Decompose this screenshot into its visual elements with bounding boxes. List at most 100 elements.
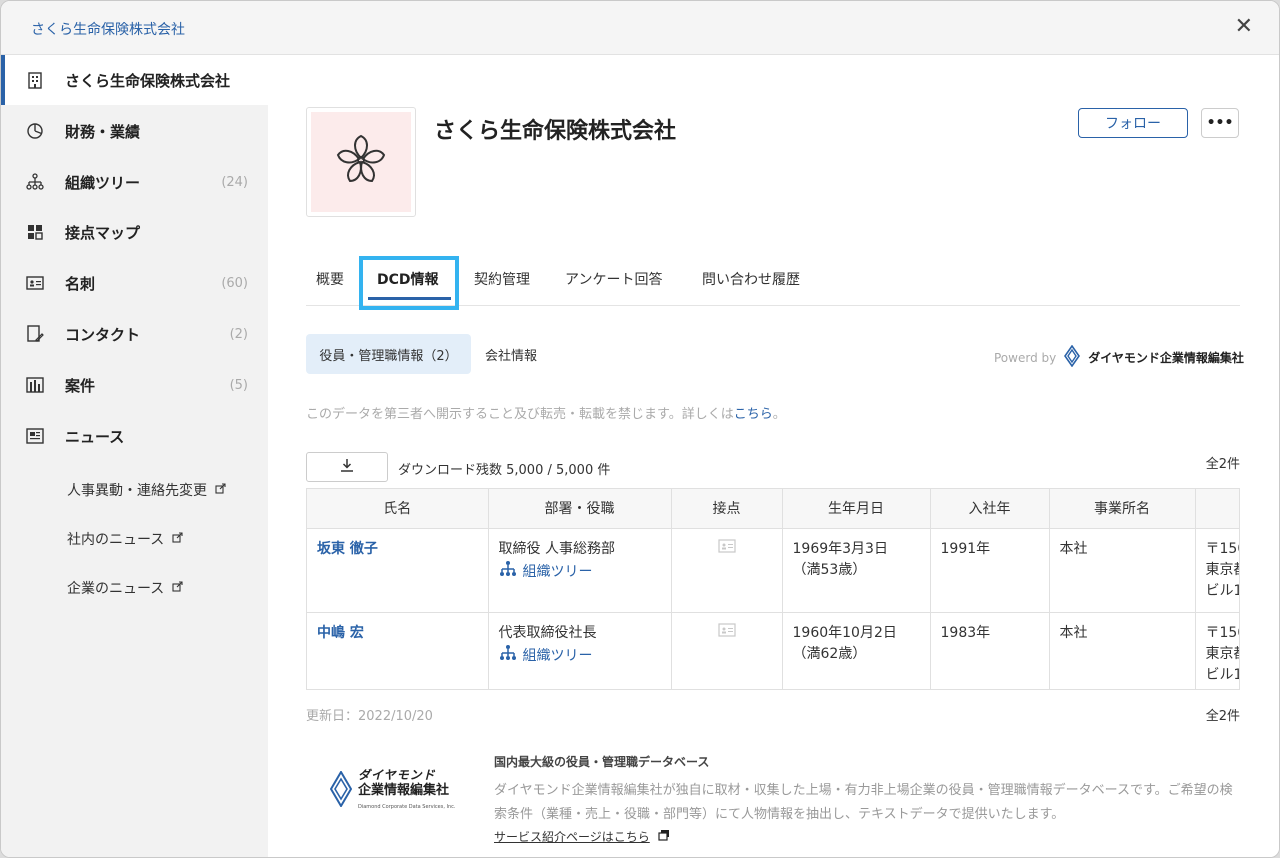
org-tree-link[interactable]: 組織ツリー bbox=[499, 644, 661, 669]
sidebar-item-label: 組織ツリー bbox=[65, 173, 141, 192]
sidebar-item-label: 名刺 bbox=[65, 274, 96, 293]
column-header[interactable]: 事業所名 bbox=[1049, 489, 1196, 529]
office-cell: 本社 bbox=[1049, 528, 1196, 613]
more-options-button[interactable]: ••• bbox=[1201, 108, 1239, 138]
sidebar-news-link-label: 人事異動・連絡先変更 bbox=[67, 483, 207, 499]
sidebar-item-business-cards[interactable]: 名刺 (60) bbox=[1, 258, 268, 308]
sidebar: さくら生命保険株式会社 財務・業績 組織ツリー (24) 接点マップ 名刺 (6… bbox=[1, 55, 268, 857]
column-header[interactable]: 部署・役職 bbox=[488, 489, 672, 529]
sidebar-item-label: ニュース bbox=[65, 427, 125, 446]
sidebar-news-link-label: 企業のニュース bbox=[67, 581, 165, 597]
column-header[interactable]: 生年月日 bbox=[782, 489, 931, 529]
tab-survey-answers[interactable]: アンケート回答 bbox=[565, 269, 662, 289]
contact-cell bbox=[671, 612, 783, 689]
main-content: さくら生命保険株式会社 フォロー ••• 概要 DCD情報 契約管理 アンケート… bbox=[268, 55, 1279, 857]
download-button[interactable] bbox=[306, 452, 388, 482]
diamond-logo-icon bbox=[329, 770, 353, 811]
subtab-company-info[interactable]: 会社情報 bbox=[485, 345, 537, 364]
joined-cell: 1991年 bbox=[930, 528, 1050, 613]
column-header[interactable]: 氏名 bbox=[307, 489, 489, 529]
tab-contract-management[interactable]: 契約管理 bbox=[474, 269, 530, 289]
service-page-link[interactable]: サービス紹介ページはこちら bbox=[494, 828, 670, 845]
sidebar-item-label: コンタクト bbox=[65, 325, 141, 344]
sidebar-item-org-tree[interactable]: 組織ツリー (24) bbox=[1, 157, 268, 207]
address-cell: 〒150 東京都 ビル1 bbox=[1195, 528, 1239, 613]
total-count-bottom: 全2件 bbox=[1205, 709, 1240, 724]
tab-overview[interactable]: 概要 bbox=[316, 269, 344, 289]
bar-chart-icon bbox=[25, 375, 45, 395]
sidebar-item-label: 財務・業績 bbox=[65, 122, 141, 141]
birth-cell: 1960年10月2日 （満62歳） bbox=[782, 612, 931, 689]
org-tree-icon bbox=[25, 172, 45, 192]
external-window-icon bbox=[658, 829, 670, 844]
tab-inquiry-history[interactable]: 問い合わせ履歴 bbox=[702, 269, 800, 289]
person-name-link[interactable]: 中嶋 宏 bbox=[307, 612, 489, 689]
business-card-icon[interactable] bbox=[717, 622, 736, 641]
company-detail-window: さくら生命保険株式会社 ✕ さくら生命保険株式会社 財務・業績 組織ツリー (2… bbox=[0, 0, 1280, 858]
dept-title: 代表取締役社長 bbox=[498, 624, 597, 641]
sidebar-item-deals[interactable]: 案件 (5) bbox=[1, 360, 268, 410]
address-cell: 〒150 東京都 ビル1 bbox=[1195, 612, 1239, 689]
tab-focus-highlight bbox=[359, 256, 459, 310]
business-card-icon[interactable] bbox=[717, 538, 736, 557]
external-link-icon bbox=[215, 482, 226, 498]
company-logo bbox=[306, 107, 416, 217]
tab-active-underline bbox=[368, 297, 451, 300]
diamond-company-logo: ダイヤモンド 企業情報編集社 Diamond Corporate Data Se… bbox=[329, 767, 460, 815]
powered-by-brand: ダイヤモンド企業情報編集社 bbox=[1088, 351, 1244, 365]
footer-description: ダイヤモンド企業情報編集社が独自に取材・収集した上場・有力非上場企業の役員・管理… bbox=[494, 783, 1233, 822]
diamond-logo-icon bbox=[1064, 344, 1081, 370]
sidebar-item-count: (2) bbox=[229, 326, 248, 342]
table-row: 坂東 徹子 取締役 人事総務部 組織ツリー 1969年3月3日 （満53歳） 1… bbox=[307, 528, 1239, 613]
footer-heading: 国内最大級の役員・管理職データベース bbox=[494, 755, 710, 769]
column-header[interactable]: 接点 bbox=[671, 489, 783, 529]
sidebar-item-count: (60) bbox=[221, 275, 248, 291]
sidebar-item-news[interactable]: ニュース bbox=[1, 411, 268, 461]
close-icon[interactable]: ✕ bbox=[1235, 15, 1253, 39]
pie-chart-icon bbox=[25, 121, 45, 141]
total-count-top: 全2件 bbox=[1205, 457, 1240, 472]
org-tree-link[interactable]: 組織ツリー bbox=[499, 560, 661, 585]
sidebar-news-link-personnel[interactable]: 人事異動・連絡先変更 bbox=[67, 480, 226, 500]
window-title: さくら生命保険株式会社 bbox=[31, 22, 185, 38]
company-name-heading: さくら生命保険株式会社 bbox=[434, 119, 677, 144]
person-name-link[interactable]: 坂東 徹子 bbox=[307, 528, 489, 613]
contact-cell bbox=[671, 528, 783, 613]
powered-by-prefix: Powerd by bbox=[994, 350, 1057, 365]
notice-details-link[interactable]: こちら bbox=[734, 407, 773, 422]
sidebar-item-contact-map[interactable]: 接点マップ bbox=[1, 207, 268, 257]
sidebar-item-label: 案件 bbox=[65, 376, 96, 395]
sidebar-item-contacts[interactable]: コンタクト (2) bbox=[1, 309, 268, 359]
external-link-icon bbox=[172, 580, 183, 596]
column-header[interactable]: 入社年 bbox=[930, 489, 1050, 529]
dept-title: 取締役 人事総務部 bbox=[498, 540, 615, 557]
subtab-executives[interactable]: 役員・管理職情報（2） bbox=[306, 334, 471, 374]
office-cell: 本社 bbox=[1049, 612, 1196, 689]
download-icon bbox=[339, 457, 355, 477]
data-usage-notice: このデータを第三者へ開示すること及び転売・転載を禁じます。詳しくはこちら。 bbox=[306, 407, 786, 422]
table-header-row: 氏名 部署・役職 接点 生年月日 入社年 事業所名 bbox=[307, 489, 1239, 529]
column-header[interactable] bbox=[1195, 489, 1239, 529]
business-card-icon bbox=[25, 273, 45, 293]
sidebar-item-company[interactable]: さくら生命保険株式会社 bbox=[1, 55, 268, 105]
joined-cell: 1983年 bbox=[930, 612, 1050, 689]
powered-by: Powerd by ダイヤモンド企業情報編集社 bbox=[994, 344, 1244, 370]
contact-note-icon bbox=[25, 324, 45, 344]
birth-cell: 1969年3月3日 （満53歳） bbox=[782, 528, 931, 613]
follow-button[interactable]: フォロー bbox=[1078, 108, 1188, 138]
sidebar-item-label: 接点マップ bbox=[65, 223, 141, 242]
sakura-flower-icon bbox=[329, 128, 393, 196]
executives-table: 氏名 部署・役職 接点 生年月日 入社年 事業所名 坂東 徹子 取締役 人事総務… bbox=[306, 488, 1240, 690]
org-tree-icon bbox=[499, 644, 517, 669]
dept-cell: 取締役 人事総務部 組織ツリー bbox=[488, 528, 672, 613]
sidebar-news-link-company[interactable]: 企業のニュース bbox=[67, 578, 183, 598]
dept-cell: 代表取締役社長 組織ツリー bbox=[488, 612, 672, 689]
table-row: 中嶋 宏 代表取締役社長 組織ツリー 1960年10月2日 （満62歳） 198… bbox=[307, 612, 1239, 689]
tab-bar: 概要 DCD情報 契約管理 アンケート回答 問い合わせ履歴 bbox=[306, 251, 1240, 310]
sidebar-item-finance[interactable]: 財務・業績 bbox=[1, 106, 268, 156]
sidebar-news-link-internal[interactable]: 社内のニュース bbox=[67, 529, 183, 549]
title-bar: さくら生命保険株式会社 ✕ bbox=[1, 1, 1279, 55]
external-link-icon bbox=[172, 531, 183, 547]
sidebar-news-link-label: 社内のニュース bbox=[67, 532, 165, 548]
download-remaining: ダウンロード残数 5,000 / 5,000 件 bbox=[398, 463, 611, 478]
